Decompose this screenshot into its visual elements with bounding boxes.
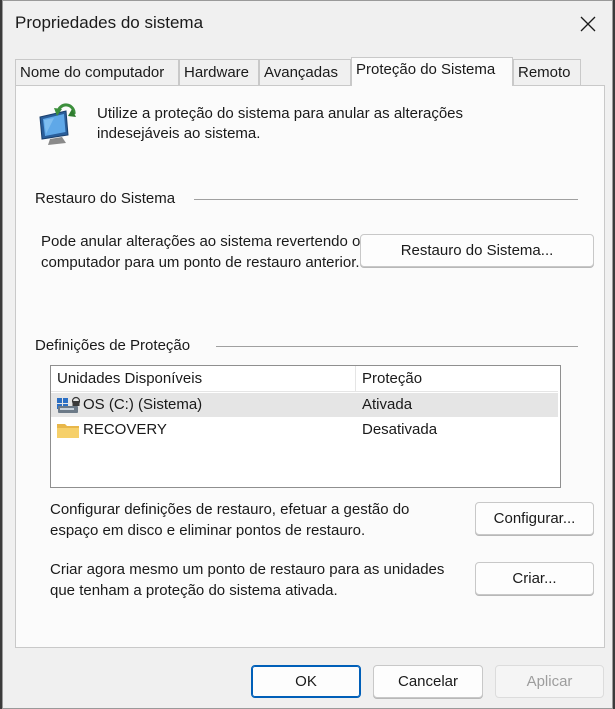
close-icon: [580, 16, 596, 32]
drives-list[interactable]: Unidades Disponíveis Proteção OS (C:) (S…: [50, 365, 561, 488]
tab-computer-name[interactable]: Nome do computador: [15, 59, 179, 85]
column-header-protection[interactable]: Proteção: [356, 366, 558, 391]
drive-protection-status: Ativada: [362, 396, 413, 413]
tab-system-protection[interactable]: Proteção do Sistema: [351, 57, 513, 86]
system-restore-button[interactable]: Restauro do Sistema...: [360, 234, 594, 267]
tab-remote[interactable]: Remoto: [513, 59, 581, 85]
restore-description: Pode anular alterações ao sistema revert…: [41, 233, 361, 271]
system-protection-icon: [39, 103, 76, 145]
intro-text: Utilize a proteção do sistema para anula…: [97, 105, 464, 142]
drive-row-recovery[interactable]: RECOVERY Desativada: [51, 418, 558, 442]
drive-name: RECOVERY: [83, 421, 167, 438]
drive-protection-status: Desativada: [362, 421, 438, 438]
protection-section-heading: Definições de Proteção: [35, 337, 191, 354]
system-protection-panel: Utilize a proteção do sistema para anula…: [15, 85, 605, 648]
drive-row-os[interactable]: OS (C:) (Sistema) Ativada: [51, 393, 558, 417]
protection-section-divider: [216, 346, 578, 347]
ok-button[interactable]: OK: [251, 665, 361, 698]
tab-hardware[interactable]: Hardware: [179, 59, 259, 85]
cancel-button[interactable]: Cancelar: [373, 665, 483, 698]
column-header-drives[interactable]: Unidades Disponíveis: [51, 366, 356, 391]
close-button[interactable]: [574, 11, 602, 37]
configure-button[interactable]: Configurar...: [475, 502, 594, 535]
folder-icon: [57, 424, 79, 438]
create-button[interactable]: Criar...: [475, 562, 594, 595]
system-drive-icon: [57, 396, 80, 413]
restore-section-divider: [194, 199, 578, 200]
configure-description: Configurar definições de restauro, efetu…: [50, 501, 410, 539]
system-properties-window: Propriedades do sistema Nome do computad…: [2, 0, 613, 709]
title-bar[interactable]: Propriedades do sistema: [3, 1, 612, 47]
drive-name: OS (C:) (Sistema): [83, 396, 203, 413]
apply-button[interactable]: Aplicar: [495, 665, 604, 698]
restore-section-heading: Restauro do Sistema: [35, 190, 176, 207]
tab-advanced[interactable]: Avançadas: [259, 59, 351, 85]
create-description: Criar agora mesmo um ponto de restauro p…: [50, 561, 445, 599]
window-title: Propriedades do sistema: [15, 13, 204, 32]
drives-list-header: Unidades Disponíveis Proteção: [51, 366, 558, 392]
